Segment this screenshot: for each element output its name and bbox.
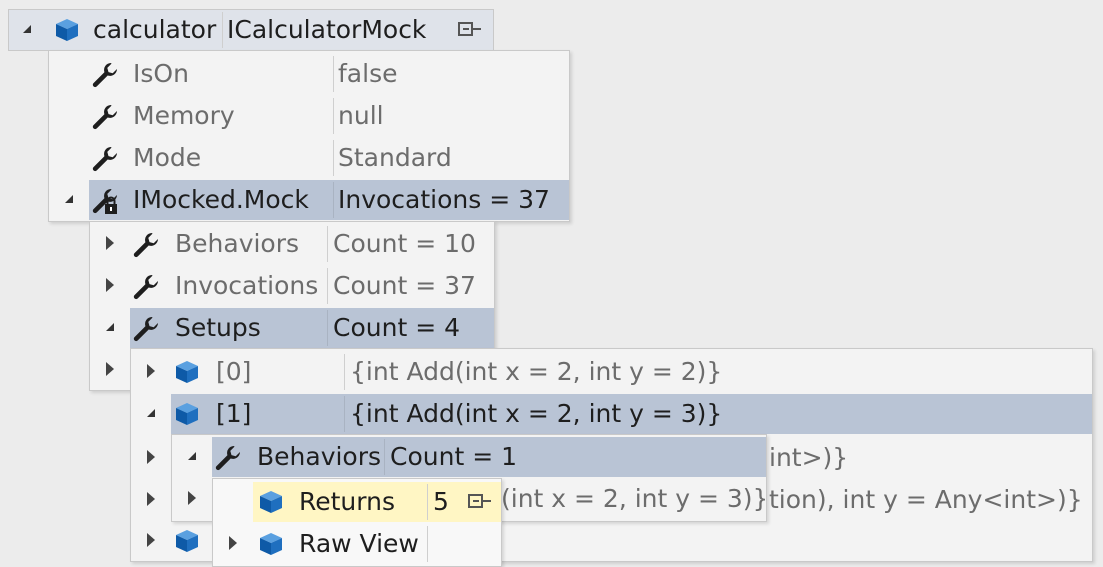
expand-arrow-icon[interactable]: [147, 364, 155, 378]
root-row[interactable]: calculator ICalculatorMock: [8, 9, 494, 51]
member-name: [1]: [216, 399, 252, 428]
wrench-icon: [133, 233, 158, 258]
tree-row-setups[interactable]: Setups Count = 4: [90, 308, 494, 348]
column-divider: [427, 484, 428, 520]
expand-arrow-icon[interactable]: [106, 278, 114, 292]
root-value: ICalculatorMock: [227, 15, 427, 44]
tree-row-behaviors[interactable]: Behaviors Count = 10: [90, 224, 494, 264]
member-value: Count = 1: [390, 442, 517, 471]
column-divider: [344, 396, 345, 432]
object-cube-icon: [260, 491, 282, 513]
wrench-icon: [133, 317, 158, 342]
column-divider: [333, 182, 334, 218]
tree-row-setup-behaviors[interactable]: Behaviors Count = 1: [172, 437, 766, 477]
root-name: calculator: [93, 15, 217, 44]
member-name: Raw View: [299, 529, 419, 558]
member-name: Invocations: [175, 271, 319, 300]
column-divider: [327, 268, 328, 304]
member-name: IMocked.Mock: [133, 185, 309, 214]
obscured-value: int>)}: [769, 443, 849, 472]
object-cube-icon: [260, 533, 282, 555]
column-divider: [222, 12, 223, 48]
tree-row-mode[interactable]: Mode Standard: [49, 138, 569, 178]
collapse-arrow-icon[interactable]: [147, 409, 155, 417]
wrench-icon: [215, 446, 240, 471]
locked-wrench-icon: [92, 189, 117, 214]
object-cube-icon: [56, 19, 78, 41]
member-name: Behaviors: [257, 442, 382, 471]
wrench-icon: [92, 105, 117, 130]
member-value: null: [338, 101, 384, 130]
column-divider: [427, 526, 428, 562]
members-panel-level5: Returns 5 Raw View: [212, 478, 502, 567]
member-value: 5: [433, 487, 449, 516]
expand-arrow-icon[interactable]: [106, 362, 114, 376]
member-value: Count = 37: [333, 271, 476, 300]
expand-arrow-icon[interactable]: [106, 236, 114, 250]
object-cube-icon: [176, 403, 198, 425]
member-name: Returns: [299, 487, 395, 516]
column-divider: [327, 226, 328, 262]
tree-row-imocked-mock[interactable]: IMocked.Mock Invocations = 37: [49, 180, 569, 220]
pin-icon[interactable]: [455, 18, 483, 42]
pin-icon[interactable]: [465, 490, 493, 514]
wrench-icon: [92, 147, 117, 172]
expand-arrow-icon[interactable]: [229, 536, 237, 550]
tree-row-returns[interactable]: Returns 5: [253, 482, 501, 522]
member-name: IsOn: [133, 59, 189, 88]
column-divider: [344, 354, 345, 390]
collapse-arrow-icon[interactable]: [23, 25, 31, 33]
expand-arrow-icon[interactable]: [147, 492, 155, 506]
member-value: Standard: [338, 143, 452, 172]
wrench-icon: [92, 63, 117, 88]
member-name: Memory: [133, 101, 235, 130]
member-name: Behaviors: [175, 229, 300, 258]
member-value: [433, 524, 493, 564]
member-value: false: [338, 59, 398, 88]
member-name: Mode: [133, 143, 202, 172]
member-value: Count = 4: [333, 313, 460, 342]
collapse-arrow-icon[interactable]: [65, 195, 73, 203]
collapse-arrow-icon[interactable]: [188, 452, 196, 460]
tree-row-ison[interactable]: IsOn false: [49, 54, 569, 94]
member-value: Count = 10: [333, 229, 476, 258]
tree-row-memory[interactable]: Memory null: [49, 96, 569, 136]
tree-row-invocations[interactable]: Invocations Count = 37: [90, 266, 494, 306]
tree-row-setup-1[interactable]: [1] {int Add(int x = 2, int y = 3)}: [131, 394, 1092, 434]
obscured-value: (int x = 2, int y = 3)}: [501, 484, 765, 513]
member-name: [0]: [216, 357, 252, 386]
tree-row-raw-view[interactable]: Raw View: [213, 524, 501, 564]
member-name: Setups: [175, 313, 261, 342]
column-divider: [384, 439, 385, 475]
column-divider: [327, 310, 328, 346]
members-panel-level1: IsOn false Memory null Mode Standard IMo…: [48, 50, 570, 222]
wrench-icon: [133, 275, 158, 300]
member-value: Invocations = 37: [338, 185, 550, 214]
expand-arrow-icon[interactable]: [147, 533, 155, 547]
object-cube-icon: [176, 530, 198, 552]
expand-arrow-icon[interactable]: [147, 450, 155, 464]
member-value: {int Add(int x = 2, int y = 2)}: [350, 357, 723, 386]
obscured-value: tion), int y = Any<int>)}: [769, 485, 1083, 514]
column-divider: [333, 56, 334, 92]
object-cube-icon: [176, 361, 198, 383]
tree-row-setup-0[interactable]: [0] {int Add(int x = 2, int y = 2)}: [131, 352, 1092, 392]
expand-arrow-icon[interactable]: [188, 491, 196, 505]
collapse-arrow-icon[interactable]: [106, 323, 114, 331]
column-divider: [333, 140, 334, 176]
column-divider: [333, 98, 334, 134]
member-value: {int Add(int x = 2, int y = 3)}: [350, 399, 723, 428]
